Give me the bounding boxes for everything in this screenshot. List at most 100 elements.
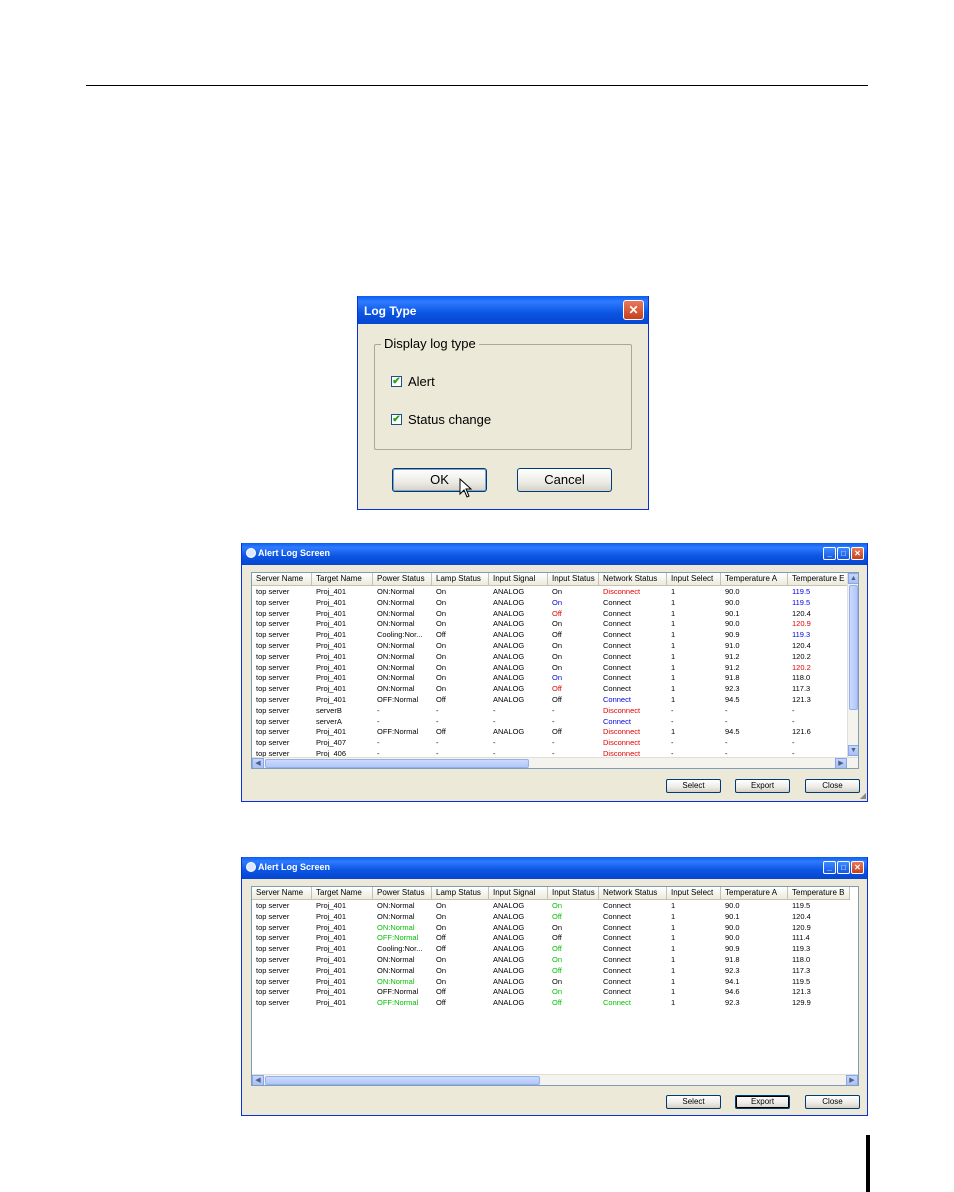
table-cell: Off bbox=[552, 630, 562, 640]
table-cell: - bbox=[725, 705, 728, 715]
alert-checkbox-label: Alert bbox=[408, 374, 435, 389]
table-cell: Proj_401 bbox=[316, 640, 347, 650]
alert1-log-table[interactable]: Server Name Target Name Power Status Lamp S… bbox=[251, 572, 859, 769]
column-header[interactable]: Input Signal bbox=[489, 573, 548, 586]
table-cell: ANALOG bbox=[493, 608, 525, 618]
column-header[interactable]: Input Signal bbox=[489, 887, 548, 900]
table-row[interactable]: top server Proj_401 ON:Normal On ANALOG Off Co… bbox=[252, 966, 850, 977]
minimize-button[interactable]: _ bbox=[823, 547, 836, 560]
table-cell: top server bbox=[256, 738, 290, 748]
table-cell: - bbox=[436, 716, 439, 726]
status-change-checkbox[interactable]: ✔ bbox=[391, 414, 402, 425]
table-row[interactable]: top server Proj_401 OFF:Normal Off ANALOG Off… bbox=[252, 727, 850, 738]
table-cell: 90.0 bbox=[725, 587, 740, 596]
close-dialog-button[interactable]: Close bbox=[805, 1095, 860, 1109]
table-row[interactable]: top server Proj_401 ON:Normal On ANALOG On Con… bbox=[252, 598, 850, 609]
column-header[interactable]: Lamp Status bbox=[432, 573, 489, 586]
dialog-title-bar[interactable]: Log Type ✕ bbox=[358, 296, 648, 324]
close-button[interactable]: ✕ bbox=[851, 861, 864, 874]
horizontal-scroll-thumb[interactable] bbox=[265, 759, 529, 768]
minimize-button[interactable]: _ bbox=[823, 861, 836, 874]
table-row[interactable]: top server Proj_401 OFF:Normal Off ANALOG On C… bbox=[252, 987, 850, 998]
table-cell: On bbox=[552, 922, 563, 932]
column-header[interactable]: Target Name bbox=[312, 573, 373, 586]
table-row[interactable]: top server Proj_401 ON:Normal On ANALOG On Con… bbox=[252, 901, 850, 912]
table-row[interactable]: top server serverB - - - - Disconnect - - - bbox=[252, 706, 850, 717]
column-header[interactable]: Network Status bbox=[599, 573, 667, 586]
status-change-checkbox-row[interactable]: ✔ Status change bbox=[391, 412, 491, 427]
horizontal-scroll-thumb[interactable] bbox=[265, 1076, 540, 1085]
alert2-title-bar[interactable]: Alert Log Screen _ □ ✕ bbox=[242, 857, 867, 879]
alert2-log-table[interactable]: Server Name Target Name Power Status Lamp S… bbox=[251, 886, 859, 1086]
scroll-down-button[interactable]: ▼ bbox=[848, 745, 858, 756]
vertical-scrollbar[interactable]: ▲ ▼ bbox=[847, 573, 858, 757]
table-row[interactable]: top server Proj_401 ON:Normal On ANALOG On Con… bbox=[252, 652, 850, 663]
table-cell: 1 bbox=[671, 651, 676, 661]
scroll-right-button[interactable]: ▶ bbox=[835, 758, 847, 768]
scroll-left-button[interactable]: ◀ bbox=[252, 1075, 264, 1085]
column-header[interactable]: Input Select bbox=[667, 887, 721, 900]
table-row[interactable]: top server Proj_401 ON:Normal On ANALOG On Con… bbox=[252, 673, 850, 684]
table-row[interactable]: top server Proj_401 ON:Normal On ANALOG On Con… bbox=[252, 663, 850, 674]
column-header[interactable]: Temperature A bbox=[721, 887, 788, 900]
table-cell: On bbox=[436, 901, 447, 910]
table-row[interactable]: top server Proj_401 ON:Normal On ANALOG On Con… bbox=[252, 641, 850, 652]
table-cell: 121.6 bbox=[792, 727, 811, 737]
scroll-up-button[interactable]: ▲ bbox=[848, 573, 858, 584]
column-header[interactable]: Input Status bbox=[548, 573, 599, 586]
alert1-title-bar[interactable]: Alert Log Screen _ □ ✕ bbox=[242, 543, 867, 565]
table-cell: On bbox=[436, 911, 447, 921]
table-cell: top server bbox=[256, 630, 290, 640]
close-dialog-button[interactable]: Close bbox=[805, 779, 860, 793]
table-row[interactable]: top server Proj_401 ON:Normal On ANALOG On Con… bbox=[252, 619, 850, 630]
select-button[interactable]: Select bbox=[666, 779, 721, 793]
column-header[interactable]: Power Status bbox=[373, 573, 432, 586]
table-row[interactable]: top server serverA - - - - Connect - - - bbox=[252, 717, 850, 728]
export-button[interactable]: Export bbox=[735, 779, 790, 793]
column-header[interactable]: Target Name bbox=[312, 887, 373, 900]
table-row[interactable]: top server Proj_401 ON:Normal On ANALOG On Con… bbox=[252, 923, 850, 934]
maximize-button[interactable]: □ bbox=[837, 547, 850, 560]
column-header[interactable]: Input Select bbox=[667, 573, 721, 586]
table-cell: Connect bbox=[603, 640, 631, 650]
vertical-scroll-thumb[interactable] bbox=[849, 585, 858, 710]
table-row[interactable]: top server Proj_401 ON:Normal On ANALOG On Dis… bbox=[252, 587, 850, 598]
table-row[interactable]: top server Proj_401 ON:Normal On ANALOG Off Co… bbox=[252, 609, 850, 620]
column-header[interactable]: Temperature B bbox=[788, 887, 850, 900]
alert-checkbox[interactable]: ✔ bbox=[391, 376, 402, 387]
table-cell: ANALOG bbox=[493, 976, 525, 986]
table-row[interactable]: top server Proj_401 Cooling:Nor... Off ANALO… bbox=[252, 630, 850, 641]
column-header[interactable]: Power Status bbox=[373, 887, 432, 900]
table-cell: ANALOG bbox=[493, 954, 525, 964]
scroll-left-button[interactable]: ◀ bbox=[252, 758, 264, 768]
table-row[interactable]: top server Proj_401 ON:Normal On ANALOG Off Co… bbox=[252, 912, 850, 923]
maximize-button[interactable]: □ bbox=[837, 861, 850, 874]
column-header[interactable]: Input Status bbox=[548, 887, 599, 900]
column-header[interactable]: Network Status bbox=[599, 887, 667, 900]
table-row[interactable]: top server Proj_401 OFF:Normal Off ANALOG Off… bbox=[252, 933, 850, 944]
alert-checkbox-row[interactable]: ✔ Alert bbox=[391, 374, 435, 389]
table-row[interactable]: top server Proj_401 OFF:Normal Off ANALOG Off… bbox=[252, 998, 850, 1009]
maximize-icon: □ bbox=[841, 549, 846, 558]
table-row[interactable]: top server Proj_401 ON:Normal On ANALOG On Con… bbox=[252, 955, 850, 966]
table-row[interactable]: top server Proj_407 - - - - Disconnect - - - bbox=[252, 738, 850, 749]
column-header[interactable]: Server Name bbox=[252, 887, 312, 900]
select-button[interactable]: Select bbox=[666, 1095, 721, 1109]
table-row[interactable]: top server Proj_401 OFF:Normal Off ANALOG Off… bbox=[252, 695, 850, 706]
column-header[interactable]: Temperature A bbox=[721, 573, 788, 586]
resize-grip-icon[interactable]: ◢ bbox=[860, 792, 866, 800]
column-header[interactable]: Lamp Status bbox=[432, 887, 489, 900]
cancel-button[interactable]: Cancel bbox=[517, 468, 612, 492]
column-header[interactable]: Temperature E bbox=[788, 573, 850, 586]
scroll-right-button[interactable]: ▶ bbox=[846, 1075, 858, 1085]
table-row[interactable]: top server Proj_401 ON:Normal On ANALOG On Con… bbox=[252, 977, 850, 988]
close-button[interactable]: ✕ bbox=[623, 300, 644, 320]
table-cell: Connect bbox=[603, 976, 631, 986]
close-button[interactable]: ✕ bbox=[851, 547, 864, 560]
export-button[interactable]: Export bbox=[735, 1095, 790, 1109]
horizontal-scrollbar[interactable]: ◀ ▶ bbox=[252, 757, 858, 768]
column-header[interactable]: Server Name bbox=[252, 573, 312, 586]
horizontal-scrollbar[interactable]: ◀ ▶ bbox=[252, 1074, 858, 1085]
table-row[interactable]: top server Proj_401 Cooling:Nor... Off ANALO… bbox=[252, 944, 850, 955]
table-row[interactable]: top server Proj_401 ON:Normal On ANALOG Off Co… bbox=[252, 684, 850, 695]
